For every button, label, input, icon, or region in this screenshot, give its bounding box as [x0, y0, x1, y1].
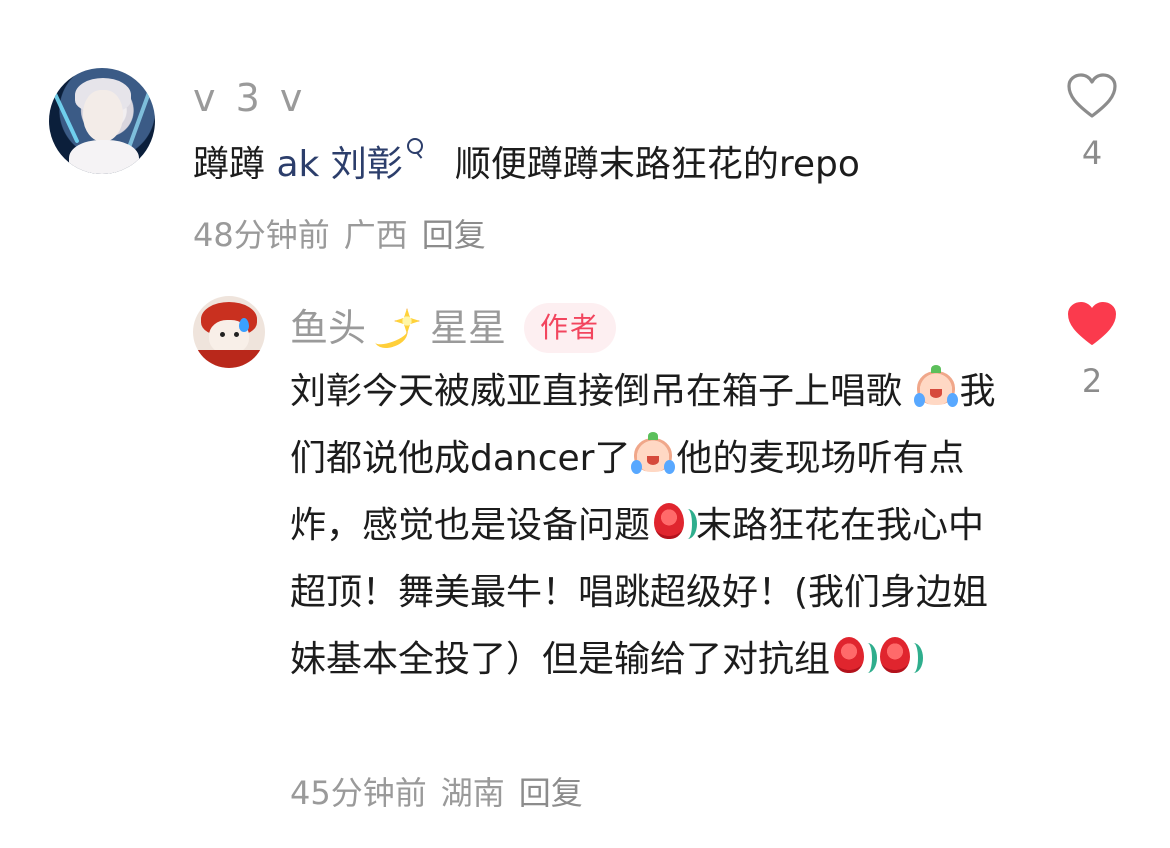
- like-count: 2: [1081, 362, 1103, 400]
- mention-link[interactable]: ak 刘彰: [276, 144, 402, 185]
- comment-text-suffix: 顺便蹲蹲末路狂花的repo: [454, 144, 860, 185]
- avatar[interactable]: [49, 68, 155, 174]
- like-count: 4: [1081, 134, 1103, 172]
- reply-button[interactable]: 回复: [422, 216, 486, 254]
- comment-thread: v 3 v 蹲蹲 ak 刘彰 顺便蹲蹲末路狂花的repo 48分钟前 广西 回复 4 …: [0, 0, 1170, 848]
- comment-text-line: 刘彰今天被威亚直接倒吊在箱子上唱歌: [290, 371, 903, 412]
- like-group: 2: [1062, 300, 1122, 400]
- comment-meta: 48分钟前 广西 回复: [193, 210, 500, 256]
- comment-time: 48分钟前: [193, 216, 330, 254]
- username-part-1: 鱼头: [290, 306, 367, 350]
- heart-filled-icon[interactable]: [1066, 300, 1118, 348]
- comment-username[interactable]: 鱼头 星星 作者: [290, 303, 617, 353]
- comment-meta: 45分钟前 湖南 回复: [290, 768, 597, 814]
- comment-text[interactable]: 蹲蹲 ak 刘彰 顺便蹲蹲末路狂花的repo: [193, 138, 860, 189]
- comment-text-prefix: 蹲蹲: [193, 144, 277, 185]
- crying-emoji-icon: [913, 365, 959, 409]
- heart-outline-icon[interactable]: [1066, 72, 1118, 120]
- comment-time: 45分钟前: [290, 774, 427, 812]
- rose-emoji-icon: [876, 635, 924, 677]
- avatar[interactable]: [193, 296, 265, 368]
- comment-location: 湖南: [440, 774, 505, 812]
- crying-emoji-icon: [630, 432, 676, 476]
- username-part-2: 星星: [430, 306, 507, 350]
- like-group: 4: [1062, 72, 1122, 172]
- comment-text[interactable]: 刘彰今天被威亚直接倒吊在箱子上唱歌 我们都说他成dancer了 他的麦现场听有点炸…: [290, 358, 1010, 693]
- reply-button[interactable]: 回复: [519, 774, 583, 812]
- author-badge: 作者: [524, 303, 617, 353]
- sparkle-emoji-icon: [371, 306, 424, 353]
- rose-emoji-icon: [650, 501, 698, 543]
- search-mention-icon[interactable]: [405, 138, 425, 162]
- comment-username[interactable]: v 3 v: [193, 76, 306, 120]
- comment-location: 广西: [343, 216, 408, 254]
- rose-emoji-icon: [830, 635, 878, 677]
